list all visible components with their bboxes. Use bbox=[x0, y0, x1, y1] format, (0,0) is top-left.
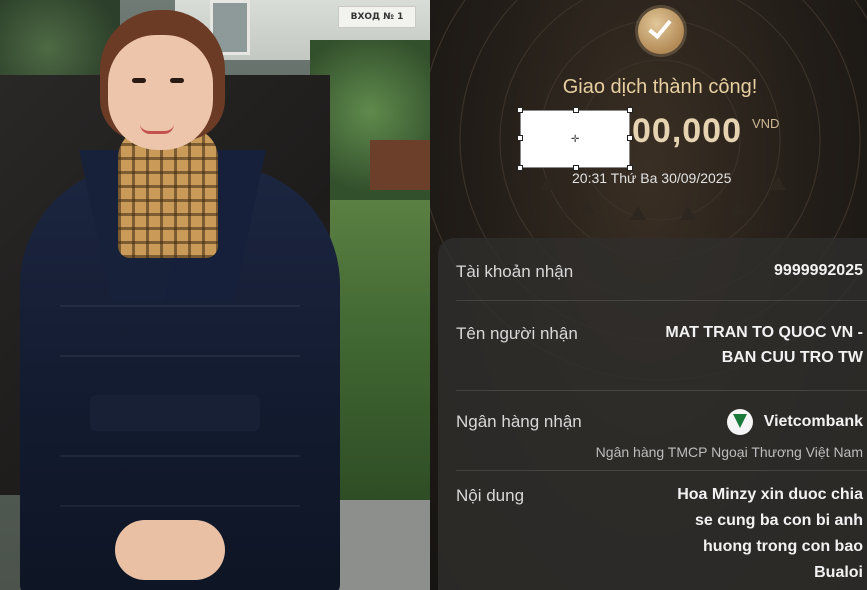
transaction-receipt: Giao dịch thành công! 00,000 VND ✛ 20:31… bbox=[430, 0, 867, 590]
currency-label: VND bbox=[752, 116, 780, 131]
photo-panel: ВХОД № 1 bbox=[0, 0, 430, 590]
bank-label: Ngân hàng nhận bbox=[456, 412, 582, 431]
coat-quilt-line bbox=[60, 305, 300, 307]
pavement bbox=[330, 500, 430, 590]
person-hands bbox=[115, 520, 225, 580]
bench bbox=[370, 140, 430, 190]
recipient-name-line1: MAT TRAN TO QUOC VN - bbox=[665, 324, 863, 341]
bank-full-name: Ngân hàng TMCP Ngoại Thương Việt Nam bbox=[595, 444, 863, 460]
content-label: Nội dung bbox=[456, 486, 525, 505]
entrance-sign: ВХОД № 1 bbox=[338, 6, 416, 28]
person-eye-left bbox=[132, 78, 146, 83]
coat-quilt-line bbox=[60, 355, 300, 357]
person-smile bbox=[140, 124, 174, 134]
resize-handle[interactable] bbox=[517, 165, 523, 171]
content-line3: huong trong con bao bbox=[703, 538, 863, 555]
resize-handle[interactable] bbox=[573, 107, 579, 113]
bank-name: Vietcombank bbox=[763, 413, 863, 430]
resize-handle[interactable] bbox=[627, 107, 633, 113]
coat-quilt-line bbox=[60, 455, 300, 457]
check-circle-icon bbox=[638, 8, 684, 54]
content-line2: se cung ba con bi anh bbox=[694, 512, 863, 529]
recipient-label: Tên người nhận bbox=[456, 324, 578, 343]
recipient-name-line2: BAN CUU TRO TW bbox=[721, 349, 863, 366]
status-title: Giao dịch thành công! bbox=[562, 76, 758, 98]
resize-handle[interactable] bbox=[517, 107, 523, 113]
account-label: Tài khoản nhận bbox=[456, 262, 574, 281]
content-line1: Hoa Minzy xin duoc chia bbox=[677, 486, 863, 503]
details-card: Tài khoản nhận 9999992025 Tên người nhận… bbox=[438, 238, 867, 590]
redaction-box[interactable]: ✛ bbox=[517, 107, 633, 171]
person-eye-right bbox=[170, 78, 184, 83]
amount-value: 00,000 bbox=[632, 112, 742, 150]
transaction-datetime: 20:31 Thứ Ba 30/09/2025 bbox=[572, 170, 732, 186]
resize-handle[interactable] bbox=[627, 135, 633, 141]
resize-handle[interactable] bbox=[517, 135, 523, 141]
vietcombank-logo-mark bbox=[733, 414, 747, 428]
grass bbox=[330, 200, 430, 500]
coat-belt bbox=[90, 395, 260, 431]
move-crosshair-icon[interactable]: ✛ bbox=[571, 135, 581, 145]
content-line4: Bualoi bbox=[814, 564, 863, 581]
check-mark bbox=[648, 14, 672, 40]
account-value: 9999992025 bbox=[774, 262, 863, 279]
coat-quilt-line bbox=[60, 505, 300, 507]
divider bbox=[456, 300, 867, 301]
vietcombank-logo-icon bbox=[727, 409, 753, 435]
divider bbox=[456, 470, 867, 471]
divider bbox=[456, 390, 867, 391]
